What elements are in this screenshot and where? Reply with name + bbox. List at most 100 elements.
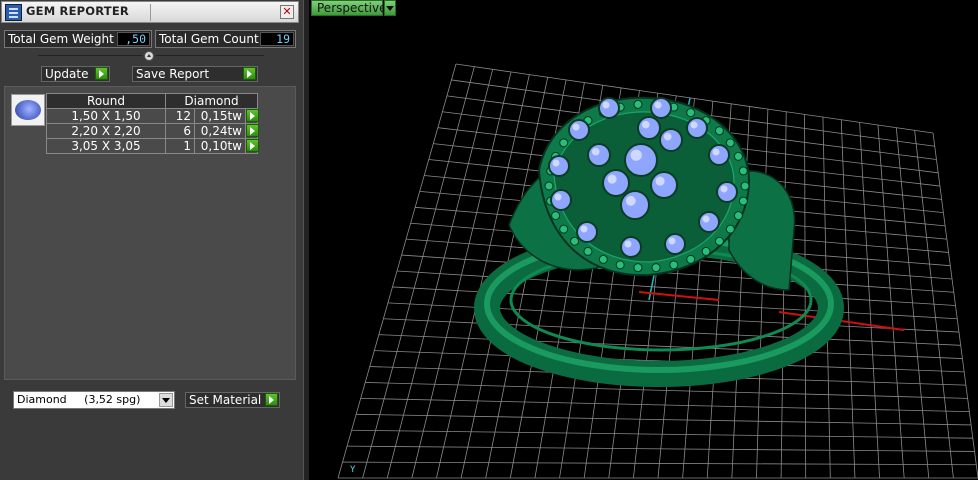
gem-stone: [716, 181, 738, 203]
set-material-button[interactable]: Set Material: [185, 392, 280, 408]
gem-highlight: [572, 123, 580, 131]
prong-bead: [686, 254, 696, 264]
total-gem-weight-value: ,50: [117, 32, 150, 46]
row-size: 3,05 X 3,05: [46, 138, 166, 154]
row-select-button[interactable]: [245, 138, 259, 154]
gem-highlight: [630, 149, 642, 161]
total-gem-weight-label: Total Gem Weight: [8, 32, 114, 46]
prong-bead: [551, 211, 561, 221]
row-size: 2,20 X 2,20: [46, 123, 166, 139]
gem-stone: [698, 211, 720, 233]
gem-stone: [602, 169, 630, 197]
prong-bead: [570, 236, 580, 246]
prong-bead: [738, 196, 748, 206]
prong-bead: [544, 181, 554, 191]
gem-stone: [620, 236, 642, 258]
round-gem-thumbnail[interactable]: [11, 94, 45, 126]
play-arrow-icon: [246, 139, 259, 152]
update-button-label: Update: [45, 67, 89, 81]
x-axis-line-left: [638, 291, 720, 301]
prong-bead: [669, 260, 679, 270]
divider-left: [38, 55, 142, 56]
material-select[interactable]: Diamond (3,52 spg): [13, 391, 175, 409]
play-arrow-icon: [246, 109, 259, 122]
grid-line: [877, 125, 905, 479]
grid-line: [932, 132, 978, 479]
play-arrow-icon: [95, 67, 108, 80]
header-material: Diamond: [165, 93, 258, 109]
prong-bead: [598, 254, 608, 264]
prong-bead: [651, 263, 661, 273]
gem-highlight: [668, 237, 676, 245]
gem-highlight: [602, 101, 610, 109]
row-count: 12: [165, 108, 195, 124]
gem-stone: [620, 190, 650, 220]
grid-line: [859, 122, 880, 479]
prong-bead: [725, 138, 735, 148]
update-button[interactable]: Update: [41, 66, 110, 82]
gem-highlight: [720, 185, 728, 193]
prong-bead: [733, 151, 743, 161]
prong-bead: [725, 224, 735, 234]
table-row: 1,50 X 1,50 12 0,15tw: [46, 108, 259, 124]
prong-bead: [740, 181, 750, 191]
gem-stone: [576, 221, 598, 243]
gem-highlight: [663, 132, 672, 141]
grid-line: [914, 130, 954, 479]
prong-bead: [714, 236, 724, 246]
view-mode-tab[interactable]: Perspective: [311, 0, 387, 16]
gem-reporter-panel: GEM REPORTER ✕ Total Gem Weight ,50 Tota…: [0, 0, 303, 480]
row-size: 1,50 X 1,50: [46, 108, 166, 124]
gem-stone: [659, 128, 683, 152]
material-select-value: Diamond (3,52 spg): [17, 393, 141, 406]
row-count: 6: [165, 123, 195, 139]
gem-highlight: [654, 101, 662, 109]
play-arrow-icon: [243, 67, 256, 80]
play-arrow-icon: [246, 124, 259, 137]
row-weight: 0,15tw: [194, 108, 246, 124]
prong-bead: [559, 138, 569, 148]
gem-table-area: Round Diamond 1,50 X 1,50 12 0,15tw 2,20…: [4, 86, 296, 380]
gem-stone: [686, 117, 708, 139]
gem-highlight: [625, 195, 636, 206]
prong-bead: [615, 260, 625, 270]
dropdown-arrow-icon[interactable]: [159, 393, 173, 407]
prong-bead: [633, 263, 643, 273]
prong-bead: [738, 166, 748, 176]
play-arrow-icon: [265, 393, 278, 406]
set-material-button-label: Set Material: [189, 393, 262, 407]
row-select-button[interactable]: [245, 123, 259, 139]
grid-line: [804, 114, 807, 479]
gem-highlight: [607, 174, 617, 184]
gem-stone: [550, 189, 572, 211]
total-gem-count: Total Gem Count 19: [155, 30, 296, 48]
gem-highlight: [580, 225, 588, 233]
save-report-button[interactable]: Save Report: [132, 66, 258, 82]
table-header-row: Round Diamond: [46, 93, 258, 109]
gem-stone: [664, 233, 686, 255]
view-dropdown-icon[interactable]: [384, 0, 396, 16]
prong-bead: [583, 246, 593, 256]
row-select-button[interactable]: [245, 108, 259, 124]
gem-highlight: [702, 215, 710, 223]
gem-highlight: [624, 240, 632, 248]
prong-bead: [686, 108, 696, 118]
total-gem-count-value: 19: [260, 32, 294, 46]
close-icon[interactable]: ✕: [280, 5, 294, 19]
gem-highlight: [552, 159, 560, 167]
perspective-viewport[interactable]: Perspective Y: [309, 0, 978, 480]
total-gem-count-label: Total Gem Count: [159, 32, 259, 46]
total-gem-weight: Total Gem Weight ,50: [4, 30, 152, 48]
gem-stone: [548, 155, 570, 177]
gem-highlight: [591, 147, 600, 156]
row-count: 1: [165, 138, 195, 154]
panel-title: GEM REPORTER: [26, 4, 129, 18]
gem-highlight: [712, 148, 720, 156]
header-shape: Round: [46, 93, 166, 109]
collapse-knob-icon[interactable]: [144, 51, 154, 61]
gem-highlight: [641, 120, 650, 129]
title-separator: [150, 4, 151, 21]
divider-right: [156, 55, 264, 56]
viewport-canvas[interactable]: [309, 0, 978, 480]
title-bar: GEM REPORTER ✕: [1, 1, 299, 23]
